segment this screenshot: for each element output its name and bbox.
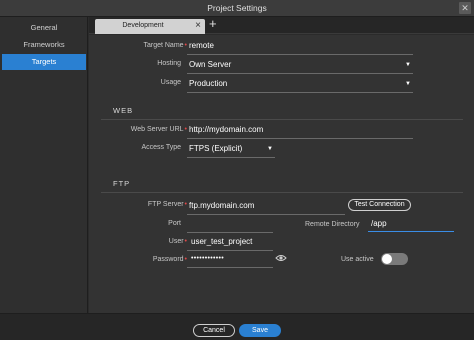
usage-label: Usage: [160, 79, 181, 86]
hosting-select[interactable]: Own Server: [189, 60, 231, 69]
sidebar-item-general[interactable]: General: [2, 20, 86, 36]
user-label: User•: [168, 238, 187, 245]
remote-directory-input[interactable]: /app: [371, 219, 387, 228]
access-type-label: Access Type: [141, 144, 181, 151]
use-active-toggle[interactable]: [381, 253, 408, 265]
sidebar-item-frameworks[interactable]: Frameworks: [2, 37, 86, 53]
hosting-label: Hosting: [157, 60, 181, 67]
caret-down-icon[interactable]: ▼: [405, 81, 411, 87]
target-name-input[interactable]: remote: [189, 41, 214, 50]
tab-development[interactable]: Development ×: [95, 19, 205, 34]
password-label: Password•: [152, 256, 187, 263]
remote-directory-label: Remote Directory: [305, 221, 360, 228]
password-input[interactable]: ••••••••••••: [191, 255, 224, 262]
port-underline: [187, 232, 273, 233]
tab-close-icon[interactable]: ×: [195, 20, 201, 31]
user-input[interactable]: user_test_project: [191, 237, 252, 246]
web-url-label: Web Server URL•: [130, 126, 187, 133]
close-icon[interactable]: ✕: [459, 2, 471, 14]
target-name-underline: [187, 54, 413, 55]
caret-down-icon[interactable]: ▼: [405, 62, 411, 68]
ftp-section-title: FTP: [113, 179, 131, 188]
web-url-input[interactable]: http://mydomain.com: [189, 125, 263, 134]
user-underline: [187, 250, 273, 251]
test-connection-button[interactable]: Test Connection: [348, 199, 411, 211]
usage-underline: [187, 92, 413, 93]
ftp-section-divider: [101, 192, 463, 193]
title-bar: Project Settings ✕: [0, 0, 474, 17]
hosting-underline: [187, 73, 413, 74]
use-active-label: Use active: [341, 256, 374, 263]
sidebar-item-targets[interactable]: Targets: [2, 54, 86, 70]
target-name-label: Target Name•: [143, 42, 187, 49]
sidebar: General Frameworks Targets: [0, 17, 88, 313]
save-button[interactable]: Save: [239, 324, 281, 337]
cancel-button[interactable]: Cancel: [193, 324, 235, 337]
target-settings-panel: Target Name• remote Hosting Own Server ▼…: [89, 35, 474, 313]
tab-label: Development: [122, 22, 164, 29]
web-url-underline: [187, 138, 413, 139]
ftp-server-input[interactable]: ftp.mydomain.com: [189, 201, 254, 210]
dialog-footer: Cancel Save: [0, 313, 474, 340]
plus-icon[interactable]: +: [209, 16, 217, 31]
toggle-knob: [382, 254, 392, 264]
access-type-select[interactable]: FTPS (Explicit): [189, 144, 242, 153]
web-section-divider: [101, 119, 463, 120]
caret-down-icon[interactable]: ▼: [267, 146, 273, 152]
usage-select[interactable]: Production: [189, 79, 227, 88]
ftp-server-label: FTP Server•: [147, 201, 187, 208]
ftp-server-underline: [187, 214, 345, 215]
tab-bar: Development × +: [89, 16, 474, 34]
web-section-title: WEB: [113, 106, 134, 115]
password-underline: [187, 267, 273, 268]
remote-directory-underline: [368, 231, 454, 232]
port-label: Port: [168, 220, 181, 227]
access-type-underline: [187, 157, 275, 158]
eye-icon[interactable]: [275, 253, 287, 263]
window-title: Project Settings: [207, 3, 267, 13]
